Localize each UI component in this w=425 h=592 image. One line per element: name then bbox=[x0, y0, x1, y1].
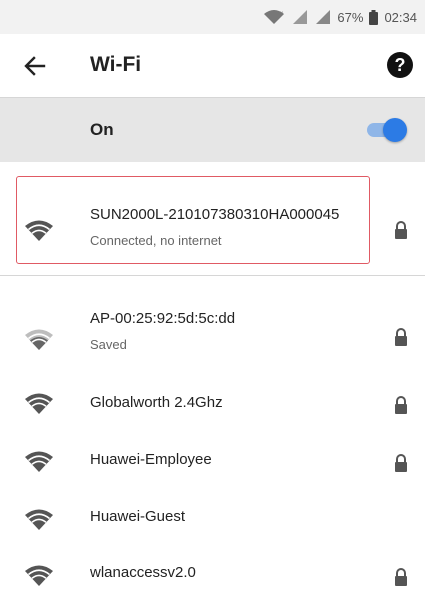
network-status: Connected, no internet bbox=[90, 233, 222, 248]
wifi-signal-status-icon: × bbox=[263, 9, 285, 25]
network-item[interactable]: Huawei-Guest bbox=[0, 494, 425, 546]
network-status: Saved bbox=[90, 337, 127, 352]
svg-text:×: × bbox=[280, 11, 284, 17]
cell-signal-icon bbox=[291, 9, 309, 25]
wifi-signal-icon bbox=[24, 565, 54, 589]
status-bar: × 67% 02:34 bbox=[0, 0, 425, 34]
lock-icon bbox=[393, 396, 409, 414]
network-item[interactable]: AP-00:25:92:5d:5c:dd Saved bbox=[0, 296, 425, 366]
cell-signal-icon-2 bbox=[315, 9, 331, 25]
lock-icon bbox=[393, 568, 409, 586]
network-name: SUN2000L-210107380310HA000045 bbox=[90, 206, 340, 223]
network-name: Globalworth 2.4Ghz bbox=[90, 394, 223, 411]
help-icon[interactable]: ? bbox=[387, 52, 413, 78]
network-item[interactable]: wlanaccessv2.0 bbox=[0, 552, 425, 592]
wifi-signal-weak-icon bbox=[24, 329, 54, 353]
network-name: AP-00:25:92:5d:5c:dd bbox=[90, 310, 236, 327]
wifi-toggle-label: On bbox=[90, 120, 114, 139]
battery-icon bbox=[369, 9, 379, 25]
lock-icon bbox=[393, 328, 409, 346]
lock-icon bbox=[393, 221, 409, 239]
network-item[interactable]: Globalworth 2.4Ghz bbox=[0, 378, 425, 430]
network-name: Huawei-Employee bbox=[90, 451, 212, 468]
network-name: wlanaccessv2.0 bbox=[90, 564, 196, 581]
wifi-signal-icon bbox=[24, 509, 54, 533]
clock: 02:34 bbox=[384, 9, 417, 25]
wifi-toggle-switch[interactable] bbox=[367, 118, 407, 142]
app-bar: Wi-Fi ? bbox=[0, 34, 425, 98]
wifi-signal-icon bbox=[24, 220, 54, 244]
connected-network-item[interactable]: SUN2000L-210107380310HA000045 Connected,… bbox=[0, 176, 425, 264]
wifi-toggle-row[interactable]: On bbox=[0, 98, 425, 162]
toggle-thumb bbox=[383, 118, 407, 142]
wifi-signal-icon bbox=[24, 393, 54, 417]
network-item[interactable]: Huawei-Employee bbox=[0, 436, 425, 488]
lock-icon bbox=[393, 454, 409, 472]
page-title: Wi-Fi bbox=[90, 53, 142, 76]
wifi-signal-icon bbox=[24, 451, 54, 475]
network-name: Huawei-Guest bbox=[90, 508, 186, 525]
battery-percent: 67% bbox=[337, 9, 364, 25]
back-arrow-icon[interactable] bbox=[22, 53, 48, 79]
divider bbox=[0, 275, 425, 276]
